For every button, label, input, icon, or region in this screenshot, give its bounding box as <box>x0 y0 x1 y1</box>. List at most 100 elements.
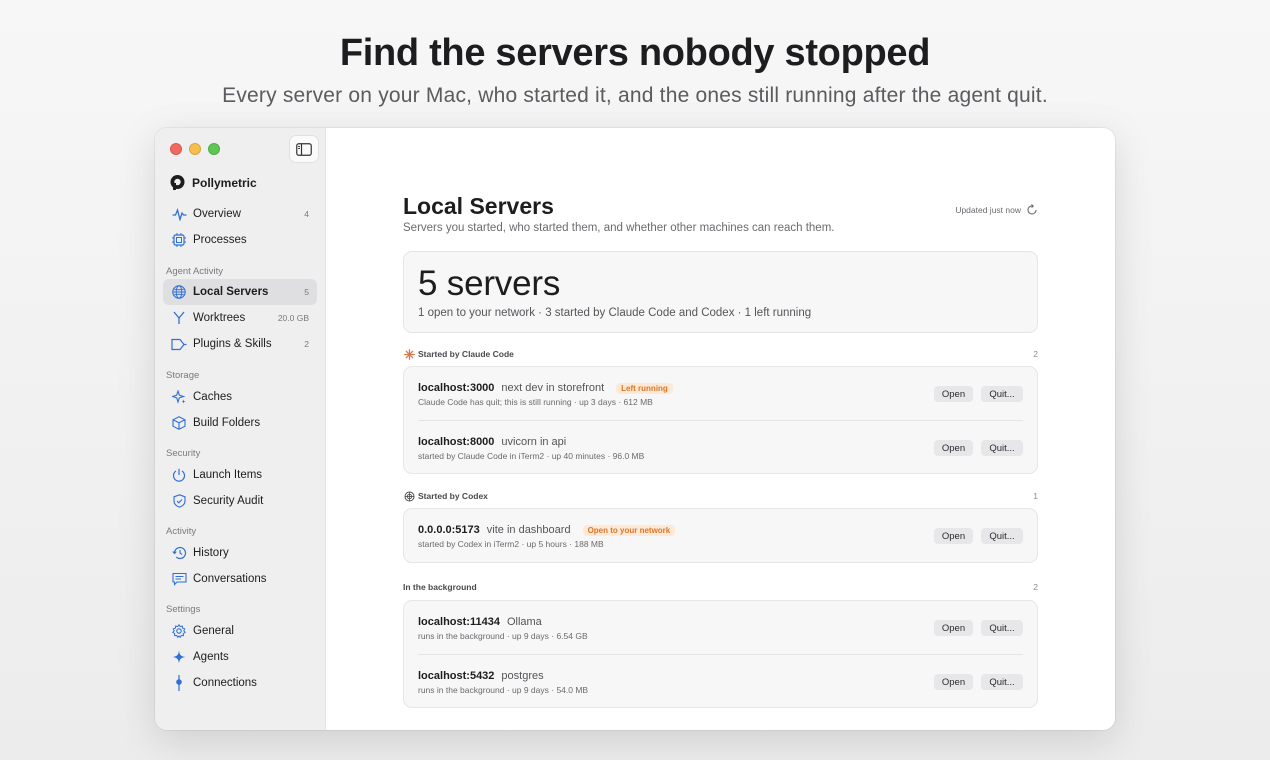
sidebar-item-count: 5 <box>304 287 309 297</box>
window-controls <box>170 143 220 155</box>
updated-label: Updated just now <box>955 205 1021 215</box>
quit-button[interactable]: Quit... <box>981 528 1023 544</box>
sidebar-item-label: Build Folders <box>193 417 261 429</box>
server-meta: runs in the background · up 9 days · 54.… <box>418 685 589 695</box>
claude-icon <box>403 348 415 360</box>
minimize-button[interactable] <box>189 143 201 155</box>
chat-icon <box>171 571 187 587</box>
sidebar-item-count: 4 <box>304 209 309 219</box>
sidebar: Pollymetric Overview 4 Processes Agent A… <box>155 128 326 730</box>
sidebar-item-label: History <box>193 547 229 559</box>
sidebar-item-processes[interactable]: Processes <box>163 227 317 253</box>
zoom-button[interactable] <box>208 143 220 155</box>
sidebar-item-agents[interactable]: Agents <box>163 644 317 670</box>
quit-button[interactable]: Quit... <box>981 386 1023 402</box>
open-button[interactable]: Open <box>934 620 973 636</box>
server-row: localhost:8000 uvicorn in api started by… <box>418 420 1023 473</box>
open-button[interactable]: Open <box>934 440 973 456</box>
hero-subtitle: Every server on your Mac, who started it… <box>222 84 1048 107</box>
sidebar-item-label: General <box>193 625 234 637</box>
history-icon <box>171 545 187 561</box>
sidebar-item-caches[interactable]: Caches <box>163 384 317 410</box>
server-command: next dev in storefront <box>501 382 605 394</box>
app-name: Pollymetric <box>192 175 257 190</box>
section-label: In the background <box>403 582 477 592</box>
app-logo-icon <box>170 175 185 190</box>
sidebar-item-plugins-skills[interactable]: Plugins & Skills 2 <box>163 331 317 357</box>
main-content: Local Servers Servers you started, who s… <box>326 128 1115 730</box>
refresh-icon[interactable] <box>1026 204 1038 216</box>
sidebar-item-count: 2 <box>304 339 309 349</box>
section-label: Started by Codex <box>418 491 488 501</box>
sidebar-item-security-audit[interactable]: Security Audit <box>163 488 317 514</box>
server-meta: runs in the background · up 9 days · 6.5… <box>418 631 588 641</box>
page-subtitle: Servers you started, who started them, a… <box>403 222 835 234</box>
server-command: postgres <box>501 670 544 682</box>
quit-button[interactable]: Quit... <box>981 440 1023 456</box>
globe-icon <box>171 284 187 300</box>
server-card-claude-code: localhost:3000 next dev in storefront Le… <box>403 366 1038 474</box>
sidebar-item-local-servers[interactable]: Local Servers 5 <box>163 279 317 305</box>
sidebar-item-worktrees[interactable]: Worktrees 20.0 GB <box>163 305 317 331</box>
sidebar-item-general[interactable]: General <box>163 618 317 644</box>
page-title: Local Servers <box>403 193 554 219</box>
summary-card: 5 servers 1 open to your network · 3 sta… <box>403 251 1038 333</box>
sidebar-item-label: Processes <box>193 234 247 246</box>
sidebar-item-label: Launch Items <box>193 469 263 481</box>
sidebar-item-label: Overview <box>193 208 241 220</box>
codex-icon <box>403 490 415 502</box>
sidebar-icon <box>296 142 312 156</box>
chip-icon <box>171 232 187 248</box>
server-card-codex: 0.0.0.0:5173 vite in dashboard Open to y… <box>403 508 1038 563</box>
app-window: Pollymetric Overview 4 Processes Agent A… <box>155 128 1115 730</box>
sidebar-item-overview[interactable]: Overview 4 <box>163 201 317 227</box>
sidebar-item-label: Security Audit <box>193 495 264 507</box>
server-count: 5 servers <box>418 264 561 303</box>
section-count: 2 <box>1033 349 1038 359</box>
open-button[interactable]: Open <box>934 528 973 544</box>
close-button[interactable] <box>170 143 182 155</box>
server-command: Ollama <box>506 616 542 628</box>
server-row: localhost:3000 next dev in storefront Le… <box>404 367 1037 420</box>
quit-button[interactable]: Quit... <box>981 620 1023 636</box>
section-header-codex: Started by Codex 1 <box>403 490 1038 502</box>
open-button[interactable]: Open <box>934 674 973 690</box>
server-address: localhost:3000 <box>418 382 495 394</box>
sidebar-item-label: Connections <box>193 677 257 689</box>
sidebar-item-label: Local Servers <box>193 286 269 298</box>
server-meta: Claude Code has quit; this is still runn… <box>418 397 653 407</box>
server-address: localhost:11434 <box>418 616 500 628</box>
pulse-icon <box>171 206 187 222</box>
server-command: vite in dashboard <box>486 524 571 536</box>
server-row: localhost:11434 Ollama runs in the backg… <box>404 601 1037 654</box>
open-button[interactable]: Open <box>934 386 973 402</box>
section-count: 1 <box>1033 491 1038 501</box>
section-header-background: In the background 2 <box>403 582 1038 592</box>
plugin-icon <box>171 336 187 352</box>
server-address: localhost:5432 <box>418 670 495 682</box>
sidebar-toggle-button[interactable] <box>289 135 319 163</box>
status-badge: Open to your network <box>582 524 676 536</box>
server-meta: started by Codex in iTerm2 · up 5 hours … <box>418 539 604 549</box>
shield-icon <box>171 493 187 509</box>
sidebar-group-title: Activity <box>166 526 197 537</box>
box-icon <box>171 415 187 431</box>
sidebar-item-build-folders[interactable]: Build Folders <box>163 410 317 436</box>
hero-title: Find the servers nobody stopped <box>339 32 931 74</box>
quit-button[interactable]: Quit... <box>981 674 1023 690</box>
sidebar-item-conversations[interactable]: Conversations <box>163 566 317 592</box>
status-badge: Left running <box>616 382 673 394</box>
section-count: 2 <box>1033 582 1038 592</box>
power-icon <box>171 467 187 483</box>
sidebar-item-launch-items[interactable]: Launch Items <box>163 462 317 488</box>
sidebar-group-title: Security <box>166 448 201 459</box>
section-label: Started by Claude Code <box>418 349 514 359</box>
sidebar-item-label: Caches <box>193 391 232 403</box>
sidebar-item-history[interactable]: History <box>163 540 317 566</box>
summary-detail: 1 open to your network · 3 started by Cl… <box>418 307 812 319</box>
server-command: uvicorn in api <box>501 436 567 448</box>
gear-icon <box>171 623 187 639</box>
sparkle-icon <box>171 389 187 405</box>
sidebar-item-connections[interactable]: Connections <box>163 670 317 696</box>
sidebar-group-title: Agent Activity <box>166 266 224 277</box>
